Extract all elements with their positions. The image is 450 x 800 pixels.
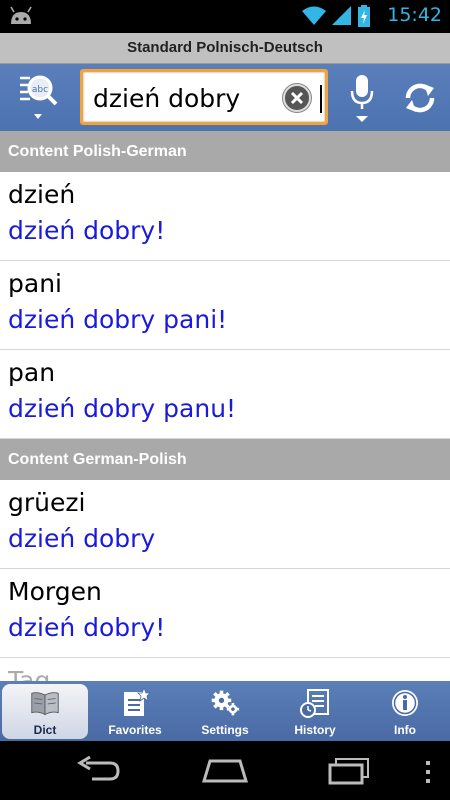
back-icon bbox=[77, 755, 120, 781]
dictionary-title: Standard Polnisch-Deutsch bbox=[127, 39, 323, 56]
swap-direction-button[interactable] bbox=[394, 70, 446, 126]
tab-label: Favorites bbox=[108, 723, 162, 737]
entry-word: pan bbox=[8, 358, 56, 387]
svg-text:abc: abc bbox=[32, 85, 48, 95]
voice-search-button[interactable] bbox=[336, 70, 388, 126]
clock: 15:42 bbox=[387, 4, 442, 26]
section-header-german-polish: Content German-Polish bbox=[0, 439, 450, 480]
entry-example: dzień dobry! bbox=[8, 216, 166, 245]
home-button[interactable] bbox=[200, 755, 250, 789]
list-item[interactable]: dzień dzień dobry! bbox=[0, 172, 450, 261]
status-bar: 15:42 bbox=[0, 0, 450, 33]
entry-word: pani bbox=[8, 269, 62, 298]
clear-search-button[interactable] bbox=[283, 84, 311, 112]
tab-label: Settings bbox=[201, 723, 249, 737]
tab-label: Info bbox=[394, 723, 416, 737]
wifi-icon bbox=[302, 6, 326, 25]
clear-icon bbox=[290, 91, 304, 105]
menu-button[interactable] bbox=[424, 761, 432, 787]
back-button[interactable] bbox=[76, 755, 122, 789]
tab-info[interactable]: Info bbox=[360, 681, 450, 741]
gears-icon bbox=[210, 687, 240, 719]
search-toolbar: abc bbox=[0, 64, 450, 131]
favorites-list-icon bbox=[120, 687, 150, 719]
microphone-icon bbox=[350, 75, 374, 122]
system-icons bbox=[302, 5, 370, 27]
abc-magnifier-icon: abc bbox=[20, 75, 58, 119]
battery-charging-icon bbox=[358, 5, 370, 27]
list-item[interactable]: pani dzień dobry pani! bbox=[0, 261, 450, 350]
entry-example: dzień dobry pani! bbox=[8, 305, 228, 334]
tab-label: Dict bbox=[33, 723, 57, 737]
entry-example: dzień dobry! bbox=[8, 613, 166, 642]
tab-dict[interactable]: Dict bbox=[2, 684, 88, 739]
section-header-polish-german: Content Polish-German bbox=[0, 131, 450, 172]
text-cursor bbox=[320, 85, 322, 113]
entry-example: dzień dobry bbox=[8, 524, 156, 553]
entry-word: dzień bbox=[8, 180, 76, 209]
dictionary-switch-button[interactable]: abc bbox=[12, 70, 64, 126]
android-icon bbox=[10, 6, 32, 24]
tab-label: History bbox=[294, 723, 336, 737]
list-item[interactable]: grüezi dzień dobry bbox=[0, 480, 450, 569]
entry-word: grüezi bbox=[8, 488, 86, 517]
entry-word: Tag bbox=[8, 666, 51, 681]
tab-favorites[interactable]: Favorites bbox=[90, 681, 180, 741]
entry-example: dzień dobry panu! bbox=[8, 394, 237, 423]
history-list-icon bbox=[300, 687, 330, 719]
list-item[interactable]: Morgen dzień dobry! bbox=[0, 569, 450, 658]
signal-icon bbox=[332, 6, 351, 25]
system-navigation-bar bbox=[0, 741, 450, 800]
recent-apps-icon bbox=[328, 758, 369, 785]
tab-history[interactable]: History bbox=[270, 681, 360, 741]
list-item[interactable]: Tag bbox=[0, 658, 450, 681]
tab-settings[interactable]: Settings bbox=[180, 681, 270, 741]
search-input[interactable] bbox=[93, 81, 273, 115]
list-item[interactable]: pan dzień dobry panu! bbox=[0, 350, 450, 439]
info-icon bbox=[390, 687, 420, 719]
overflow-menu-icon bbox=[426, 761, 430, 783]
recent-apps-button[interactable] bbox=[326, 755, 372, 789]
results-list: Content Polish-German dzień dzień dobry!… bbox=[0, 131, 450, 681]
search-box[interactable] bbox=[80, 69, 328, 125]
bottom-tab-bar: Dict Favorites Settings History Info bbox=[0, 681, 450, 741]
refresh-icon bbox=[405, 83, 435, 113]
home-icon bbox=[201, 759, 249, 783]
title-bar: Standard Polnisch-Deutsch bbox=[0, 33, 450, 64]
entry-word: Morgen bbox=[8, 577, 102, 606]
book-icon bbox=[30, 687, 60, 719]
